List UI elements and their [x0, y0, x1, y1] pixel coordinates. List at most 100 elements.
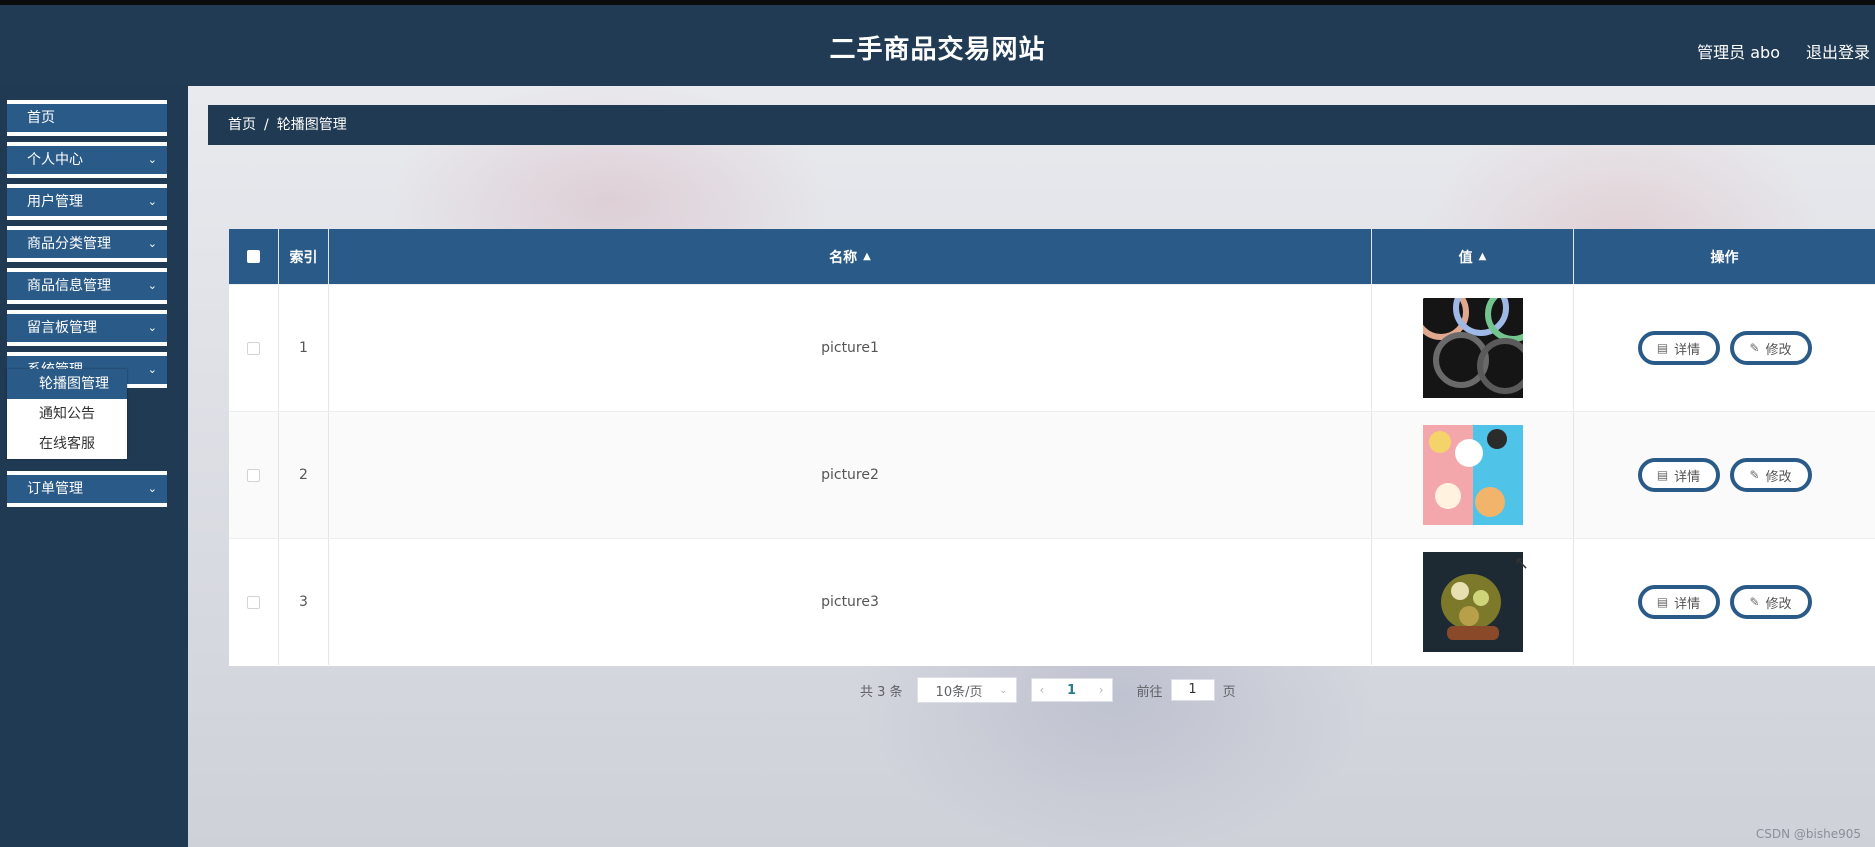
mouse-cursor-icon: ↖	[1514, 553, 1530, 574]
row-checkbox[interactable]	[247, 595, 260, 609]
document-icon: ▤	[1656, 595, 1669, 609]
top-bar: 二手商品交易网站 管理员 abo 退出登录	[0, 0, 1875, 86]
edit-button[interactable]: ✎ 修改	[1729, 458, 1812, 492]
goto-prefix: 前往	[1136, 684, 1163, 700]
current-page-number[interactable]: 1	[1067, 683, 1076, 698]
chevron-down-icon: ⌄	[147, 195, 157, 208]
detail-button-label: 详情	[1674, 342, 1701, 358]
breadcrumb-home[interactable]: 首页	[228, 117, 256, 133]
detail-button-label: 详情	[1674, 596, 1701, 612]
chevron-down-icon: ⌄	[147, 482, 157, 495]
chevron-down-icon: ⌄	[147, 279, 157, 292]
breadcrumb-separator: /	[264, 117, 269, 133]
column-header-value-label: 值	[1458, 249, 1473, 266]
carousel-image-thumbnail[interactable]	[1422, 425, 1523, 525]
row-actions: ▤ 详情 ✎ 修改	[1574, 412, 1875, 538]
row-index: 3	[279, 539, 329, 665]
goto-suffix: 页	[1222, 684, 1236, 700]
select-all-checkbox[interactable]	[247, 250, 260, 263]
column-header-actions: 操作	[1710, 249, 1739, 266]
row-checkbox-cell	[229, 285, 279, 411]
chevron-down-icon: ⌄	[147, 237, 157, 250]
detail-button[interactable]: ▤ 详情	[1637, 585, 1720, 619]
sidebar-item-label: 首页	[27, 110, 55, 126]
edit-button-label: 修改	[1765, 469, 1792, 485]
row-image-cell	[1372, 539, 1574, 665]
row-actions: ▤ 详情 ✎ 修改	[1574, 539, 1875, 665]
detail-button[interactable]: ▤ 详情	[1637, 458, 1720, 492]
sort-icon[interactable]: ▲︎	[863, 251, 871, 262]
edit-button[interactable]: ✎ 修改	[1729, 585, 1812, 619]
edit-button-label: 修改	[1765, 596, 1792, 612]
detail-button[interactable]: ▤ 详情	[1637, 331, 1720, 365]
table-row: 1 picture1 ▤ 详情 ✎ 修改	[229, 284, 1875, 411]
column-header-name[interactable]: 名称 ▲︎	[329, 229, 1372, 284]
chevron-down-icon: ⌄	[147, 363, 157, 376]
document-icon: ▤	[1656, 341, 1669, 355]
pagination: 共 3 条 10条/页 ⌄ ‹ 1 › 前往 1 页	[860, 677, 1236, 703]
row-checkbox-cell	[229, 539, 279, 665]
sidebar: 首页 个人中心 ⌄ 用户管理 ⌄ 商品分类管理 ⌄ 商品信息管理 ⌄ 留言板管理…	[0, 86, 188, 847]
chevron-down-icon: ⌄	[147, 321, 157, 334]
sidebar-item-home[interactable]: 首页	[7, 100, 167, 136]
carousel-image-thumbnail[interactable]	[1422, 552, 1523, 652]
row-image-cell	[1372, 412, 1574, 538]
sidebar-item-label: 留言板管理	[27, 320, 97, 336]
edit-button[interactable]: ✎ 修改	[1729, 331, 1812, 365]
carousel-table: 索引 名称 ▲︎ 值 ▲︎ 操作 1 picture1 ▤ 详情 ✎ 修改 2 …	[229, 229, 1875, 666]
sidebar-item-user-management[interactable]: 用户管理 ⌄	[7, 184, 167, 220]
row-checkbox[interactable]	[247, 468, 260, 482]
sidebar-item-personal-center[interactable]: 个人中心 ⌄	[7, 142, 167, 178]
sidebar-item-label: 用户管理	[27, 194, 83, 210]
site-title: 二手商品交易网站	[829, 35, 1046, 65]
prev-page-icon[interactable]: ‹	[1040, 683, 1045, 697]
document-icon: ▤	[1656, 468, 1669, 482]
pencil-icon: ✎	[1749, 341, 1760, 355]
row-index: 1	[279, 285, 329, 411]
row-name: picture1	[329, 285, 1372, 411]
table-row: 2 picture2 ▤ 详情 ✎ 修改	[229, 411, 1875, 538]
chevron-down-icon: ⌄	[147, 153, 157, 166]
watermark: CSDN @bishe905	[1755, 827, 1861, 841]
sidebar-item-label: 订单管理	[27, 481, 83, 497]
column-header-value[interactable]: 值 ▲︎	[1372, 229, 1574, 284]
detail-button-label: 详情	[1674, 469, 1701, 485]
page-size-value: 10条/页	[935, 684, 983, 700]
sidebar-item-label: 商品信息管理	[27, 278, 111, 294]
sidebar-item-label: 个人中心	[27, 152, 83, 168]
next-page-icon[interactable]: ›	[1099, 683, 1104, 697]
column-header-index: 索引	[279, 229, 329, 284]
breadcrumb: 首页 / 轮播图管理	[208, 105, 1875, 145]
page-size-select[interactable]: 10条/页 ⌄	[916, 677, 1017, 703]
header-checkbox-cell	[229, 229, 279, 284]
system-submenu: 轮播图管理 通知公告 在线客服	[7, 369, 127, 459]
goto-page-input[interactable]: 1	[1170, 679, 1215, 701]
sidebar-item-message-board[interactable]: 留言板管理 ⌄	[7, 310, 167, 346]
submenu-item-notice[interactable]: 通知公告	[7, 399, 127, 429]
column-header-name-label: 名称	[829, 249, 858, 266]
sidebar-item-label: 商品分类管理	[27, 236, 111, 252]
pencil-icon: ✎	[1749, 595, 1760, 609]
sidebar-item-category-management[interactable]: 商品分类管理 ⌄	[7, 226, 167, 262]
row-actions: ▤ 详情 ✎ 修改	[1574, 285, 1875, 411]
row-name: picture3	[329, 539, 1372, 665]
pagination-total: 共 3 条	[860, 684, 903, 700]
page-buttons: ‹ 1 ›	[1030, 678, 1113, 702]
row-checkbox[interactable]	[247, 341, 260, 355]
pencil-icon: ✎	[1749, 468, 1760, 482]
sidebar-item-order-management[interactable]: 订单管理 ⌄	[7, 471, 167, 507]
logout-link[interactable]: 退出登录	[1806, 39, 1870, 63]
edit-button-label: 修改	[1765, 342, 1792, 358]
carousel-image-thumbnail[interactable]	[1422, 298, 1523, 398]
chevron-down-icon: ⌄	[999, 684, 1008, 696]
sidebar-item-product-management[interactable]: 商品信息管理 ⌄	[7, 268, 167, 304]
sort-icon[interactable]: ▲︎	[1479, 251, 1487, 262]
submenu-item-online-service[interactable]: 在线客服	[7, 429, 127, 459]
submenu-item-carousel[interactable]: 轮播图管理	[7, 369, 127, 399]
row-image-cell	[1372, 285, 1574, 411]
main-content: 首页 / 轮播图管理 索引 名称 ▲︎ 值 ▲︎ 操作 1 picture1 ▤…	[188, 86, 1875, 847]
row-index: 2	[279, 412, 329, 538]
table-header: 索引 名称 ▲︎ 值 ▲︎ 操作	[229, 229, 1875, 284]
breadcrumb-current: 轮播图管理	[276, 117, 347, 133]
current-user-label: 管理员 abo	[1697, 43, 1780, 62]
